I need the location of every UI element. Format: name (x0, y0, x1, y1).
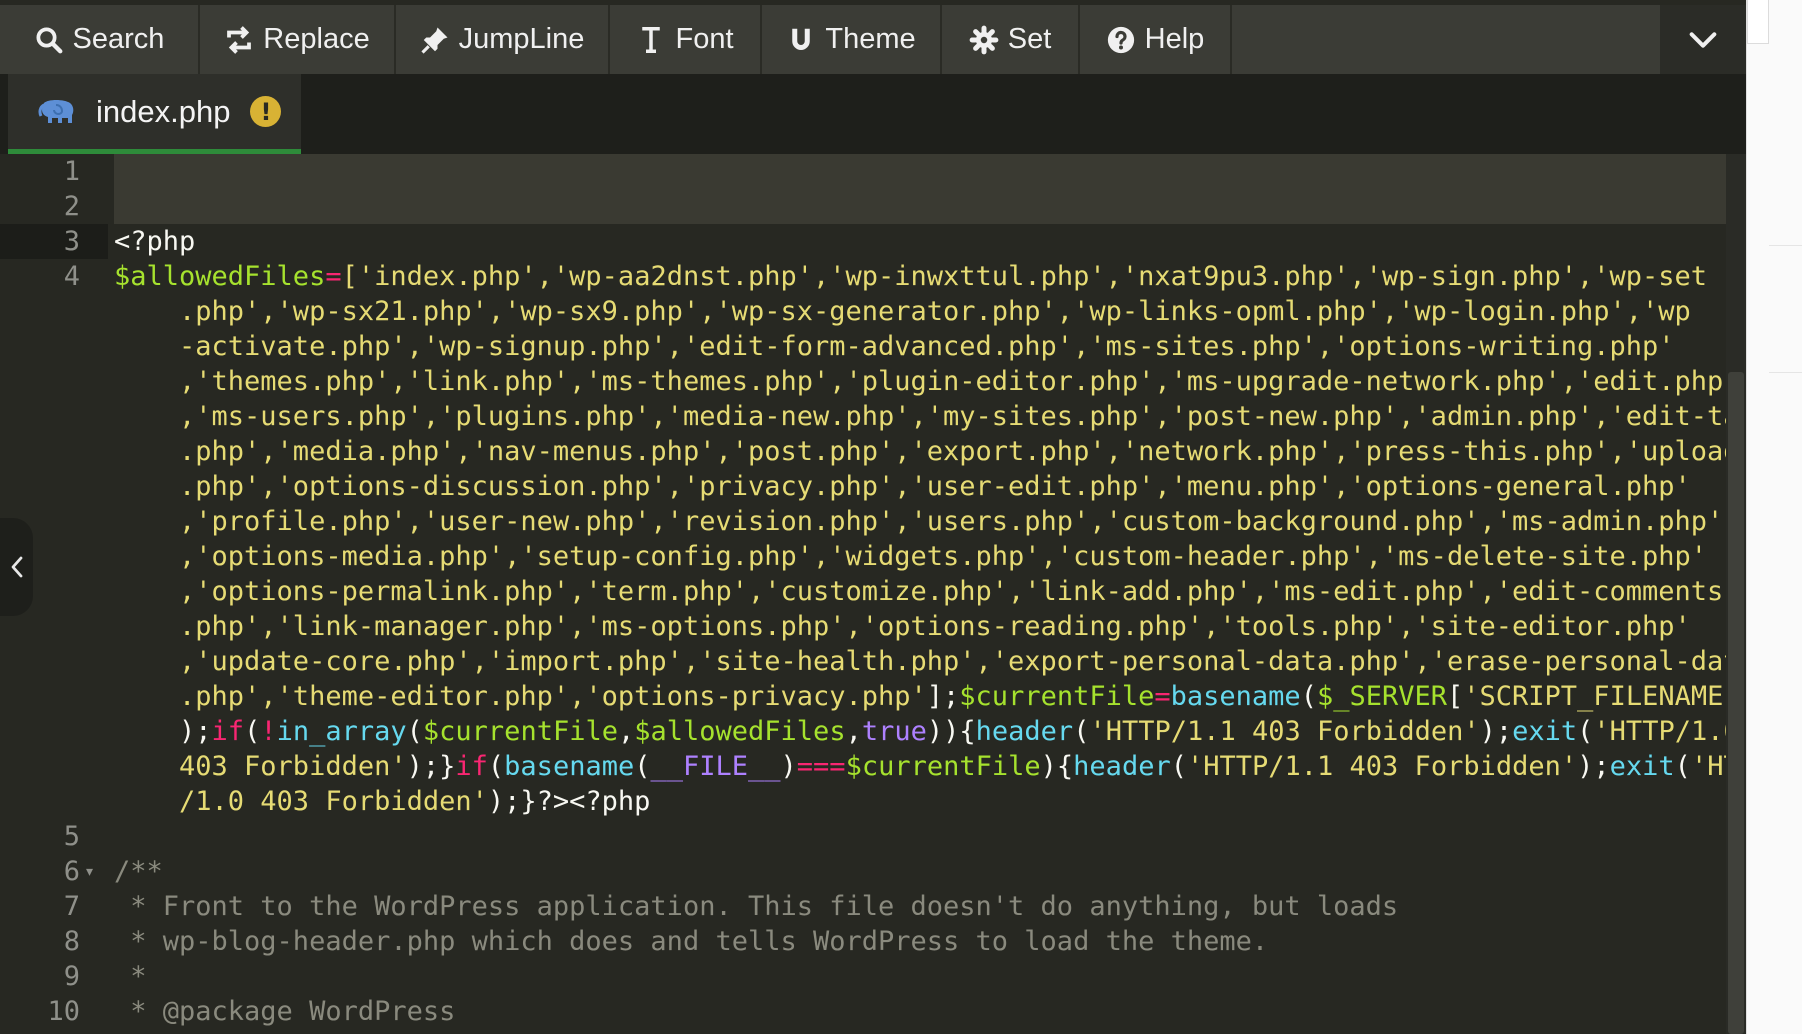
vertical-scrollbar[interactable] (1726, 154, 1746, 1034)
code-line-wrap: ,'ms-users.php','plugins.php','media-new… (114, 401, 1746, 432)
tab-filename: index.php (96, 93, 231, 129)
code-line-wrap: );if(!in_array($currentFile,$allowedFile… (114, 716, 1740, 747)
code-line-9: * (114, 961, 147, 992)
line-number: 4 (63, 261, 80, 292)
search-button-label: Search (72, 23, 165, 55)
code-area[interactable]: 1 2 3 4 5 6 ▾ 7 8 9 10 <?php $allowedFil… (0, 154, 1746, 1034)
code-line-10: * @package WordPress (114, 996, 456, 1027)
font-button[interactable]: Font (610, 5, 762, 74)
line-number: 7 (63, 891, 80, 922)
php-elephant-icon (38, 99, 74, 123)
collapse-sidebar-button[interactable] (0, 518, 33, 616)
question-icon (1107, 26, 1134, 53)
tab-bar: index.php ! (0, 74, 1746, 154)
line-number: 10 (47, 996, 80, 1027)
replace-button-label: Replace (263, 23, 370, 55)
replace-icon (227, 25, 252, 54)
tab-index-php[interactable]: index.php ! (8, 74, 301, 154)
chevron-down-icon (1689, 31, 1717, 48)
toolbar: Search Replace JumpLine Font Theme Set H… (0, 5, 1660, 74)
fold-arrow-icon[interactable]: ▾ (86, 854, 93, 889)
text-cursor-icon (642, 26, 661, 53)
set-button-label: Set (1007, 23, 1052, 55)
code-line-wrap: ,'options-permalink.php','term.php','cus… (114, 576, 1724, 607)
code-line-3: <?php (114, 226, 196, 257)
theme-button[interactable]: Theme (762, 5, 942, 74)
jumpline-button-label: JumpLine (458, 23, 585, 55)
code-line-wrap: ,'profile.php','user-new.php','revision.… (114, 506, 1724, 537)
scrollbar-thumb[interactable] (1728, 372, 1744, 1034)
line-number: 6 (63, 856, 80, 887)
line-number: 9 (63, 961, 80, 992)
theme-button-label: Theme (825, 23, 916, 55)
search-icon (36, 27, 62, 53)
panel-corner-box (1747, 0, 1769, 44)
pin-icon (421, 27, 448, 54)
set-button[interactable]: Set (942, 5, 1080, 74)
magnet-icon (792, 28, 811, 50)
warning-icon: ! (250, 96, 282, 127)
code-editor: Search Replace JumpLine Font Theme Set H… (0, 0, 1746, 1034)
jumpline-button[interactable]: JumpLine (396, 5, 610, 74)
right-panel (1746, 0, 1802, 1034)
replace-button[interactable]: Replace (200, 5, 396, 74)
font-button-label: Font (675, 23, 734, 55)
code-line-6: /** (114, 856, 163, 887)
code-line-8: * wp-blog-header.php which does and tell… (114, 926, 1269, 957)
help-button-label: Help (1144, 23, 1205, 55)
code-line-wrap: .php','options-discussion.php','privacy.… (114, 471, 1691, 502)
line-number: 2 (63, 191, 80, 222)
code-line-wrap: ,'options-media.php','setup-config.php',… (114, 541, 1708, 572)
chevron-left-icon (11, 556, 22, 578)
code-line-4: $allowedFiles=['index.php','wp-aa2dnst.p… (114, 261, 1708, 292)
code-line-wrap: .php','link-manager.php','ms-options.php… (114, 611, 1691, 642)
line-number: 5 (63, 821, 80, 852)
code-line-wrap: ,'update-core.php','import.php','site-he… (114, 646, 1746, 677)
line-number-active: 3 (63, 226, 80, 257)
code-line-7: * Front to the WordPress application. Th… (114, 891, 1399, 922)
code-line-wrap: -activate.php','wp-signup.php','edit-for… (114, 331, 1675, 362)
code-line-wrap: /1.0 403 Forbidden');}?><?php (114, 786, 651, 817)
panel-divider (1769, 372, 1802, 373)
panel-divider (1769, 245, 1802, 246)
code-line-wrap: .php','wp-sx21.php','wp-sx9.php','wp-sx-… (114, 296, 1691, 327)
selection-highlight (114, 154, 1726, 224)
code-line-wrap: .php','theme-editor.php','options-privac… (114, 681, 1746, 712)
code-line-wrap: 403 Forbidden');}if(basename(__FILE__)==… (114, 751, 1746, 782)
gear-icon (969, 25, 999, 54)
help-button[interactable]: Help (1080, 5, 1232, 74)
line-number: 8 (63, 926, 80, 957)
search-button[interactable]: Search (0, 5, 200, 74)
code-line-wrap: .php','media.php','nav-menus.php','post.… (114, 436, 1740, 467)
line-number: 1 (63, 156, 80, 187)
collapse-toolbar-button[interactable] (1660, 5, 1746, 74)
code-line-wrap: ,'themes.php','link.php','ms-themes.php'… (114, 366, 1740, 397)
